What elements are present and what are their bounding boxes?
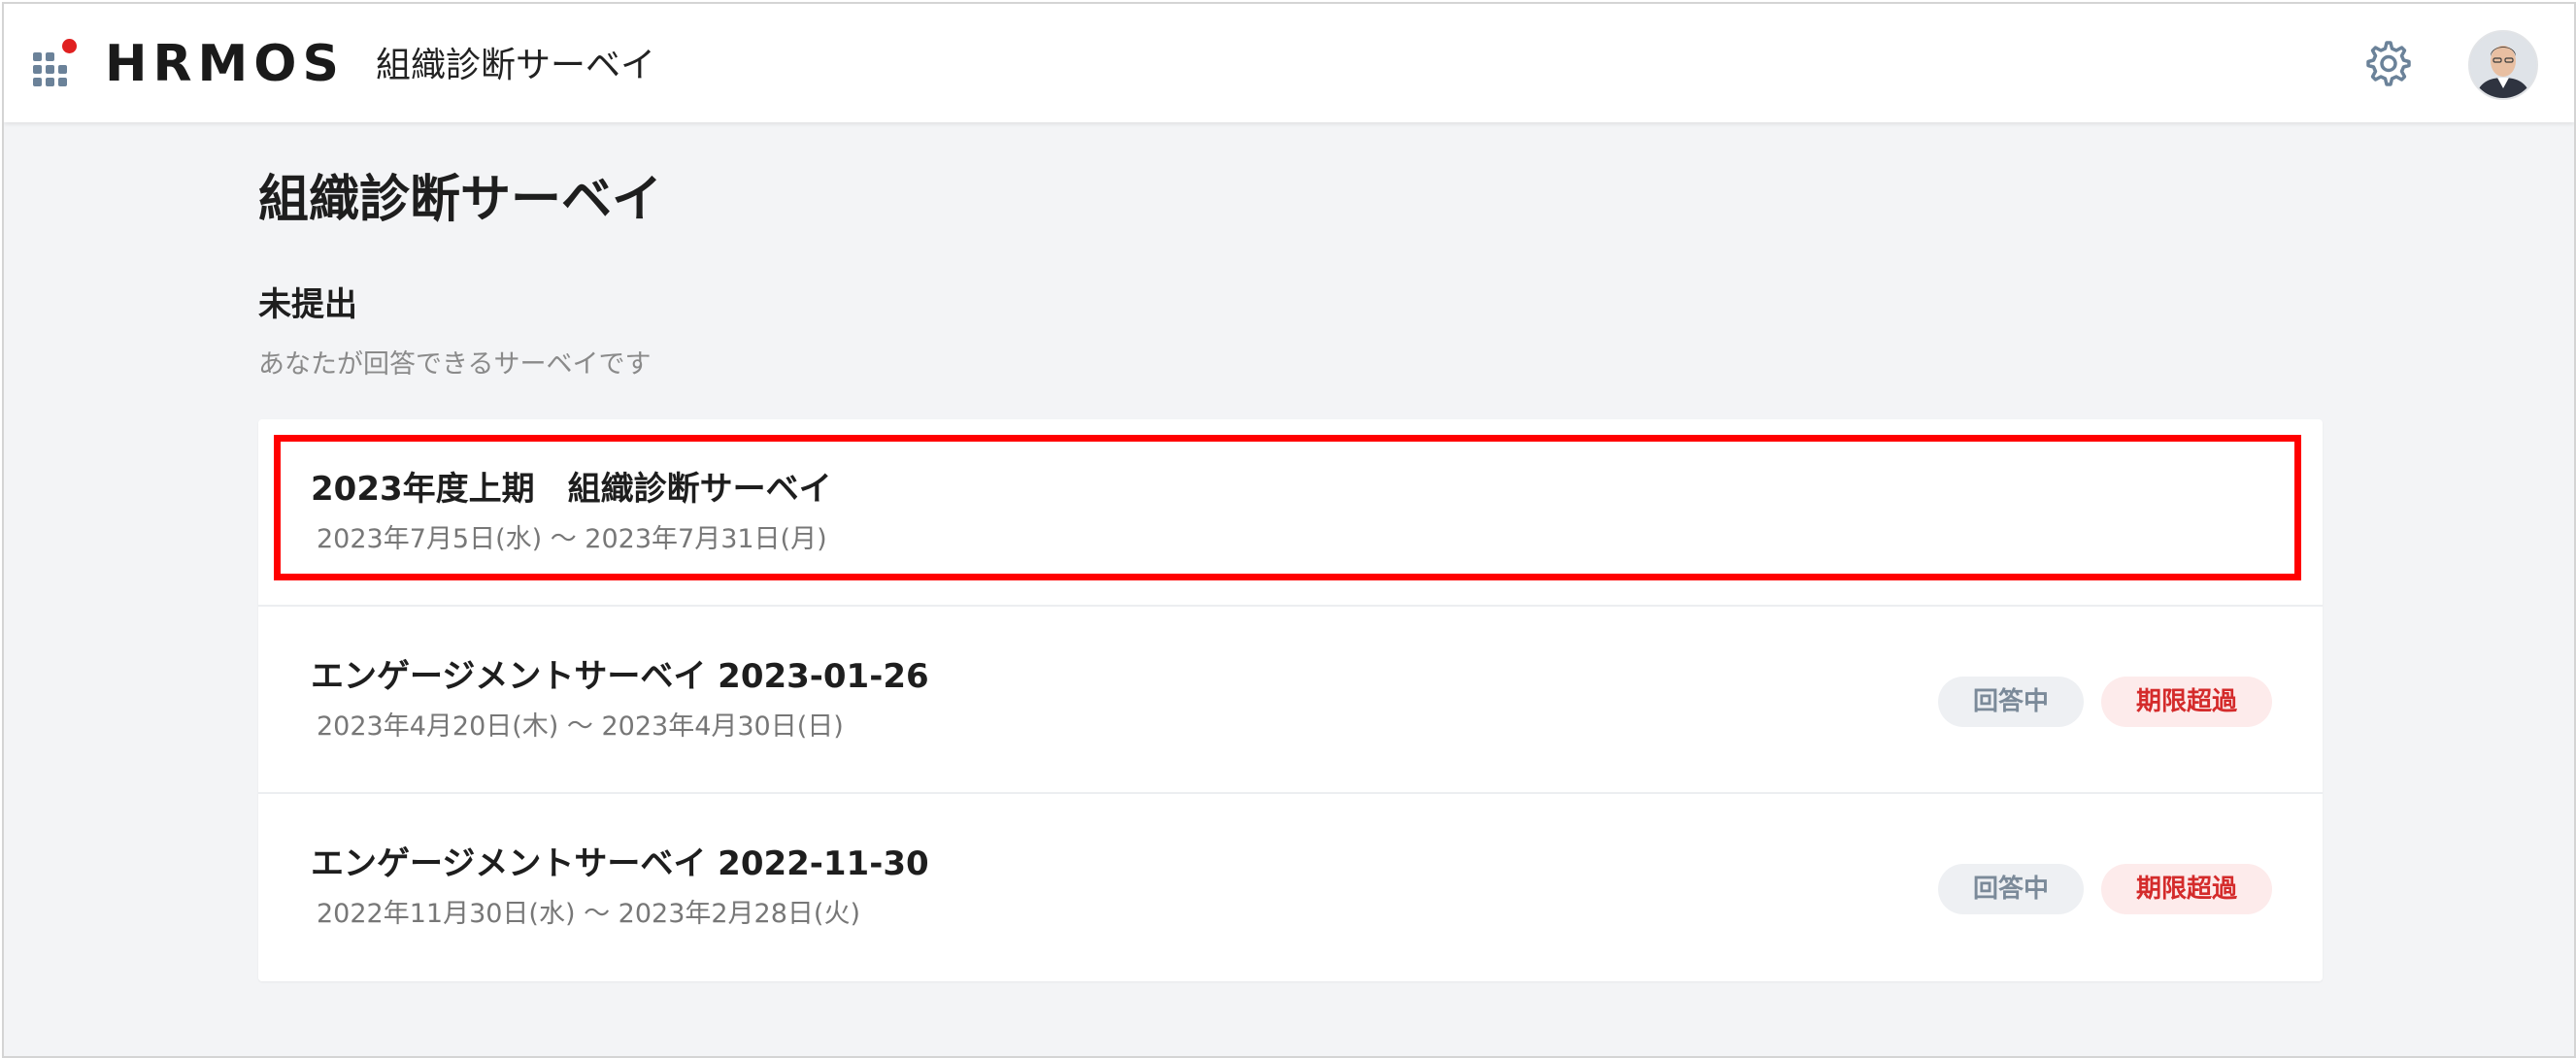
gear-icon[interactable] [2365,41,2412,87]
survey-title[interactable]: エンゲージメントサーベイ 2022-11-30 [311,841,929,887]
app-window: HRMOS 組織診断サーベイ 組織診断サーベイ 未提出 あなたが回答できるサーベ… [2,2,2576,1058]
status-badge: 回答中 [1937,677,2084,727]
apps-grid-icon[interactable] [33,39,77,86]
logo-red-dot [62,39,77,53]
badge-group: 回答中 期限超過 [1937,677,2272,727]
badge-group: 回答中 期限超過 [1937,864,2272,914]
overdue-badge: 期限超過 [2100,677,2272,727]
survey-item[interactable]: エンゲージメントサーベイ 2023-01-26 2023年4月20日(木) 〜 … [258,607,2323,794]
hrmos-logo[interactable]: HRMOS [105,29,345,99]
survey-period: 2023年4月20日(木) 〜 2023年4月30日(日) [317,711,844,742]
highlight-box [274,435,2301,580]
status-badge: 回答中 [1937,864,2084,914]
app-name: 組織診断サーベイ [376,46,656,85]
section-subtitle: あなたが回答できるサーベイです [258,349,652,380]
survey-period: 2022年11月30日(水) 〜 2023年2月28日(火) [317,899,860,929]
user-avatar[interactable] [2468,30,2538,100]
page-title: 組織診断サーベイ [258,171,663,229]
survey-item[interactable]: 2023年度上期 組織診断サーベイ 2023年7月5日(水) 〜 2023年7月… [258,419,2323,607]
survey-list: 2023年度上期 組織診断サーベイ 2023年7月5日(水) 〜 2023年7月… [258,419,2323,981]
survey-title[interactable]: エンゲージメントサーベイ 2023-01-26 [311,653,929,700]
top-header: HRMOS 組織診断サーベイ [4,4,2574,122]
survey-item[interactable]: エンゲージメントサーベイ 2022-11-30 2022年11月30日(水) 〜… [258,794,2323,981]
section-title: 未提出 [258,285,357,324]
overdue-badge: 期限超過 [2100,864,2272,914]
